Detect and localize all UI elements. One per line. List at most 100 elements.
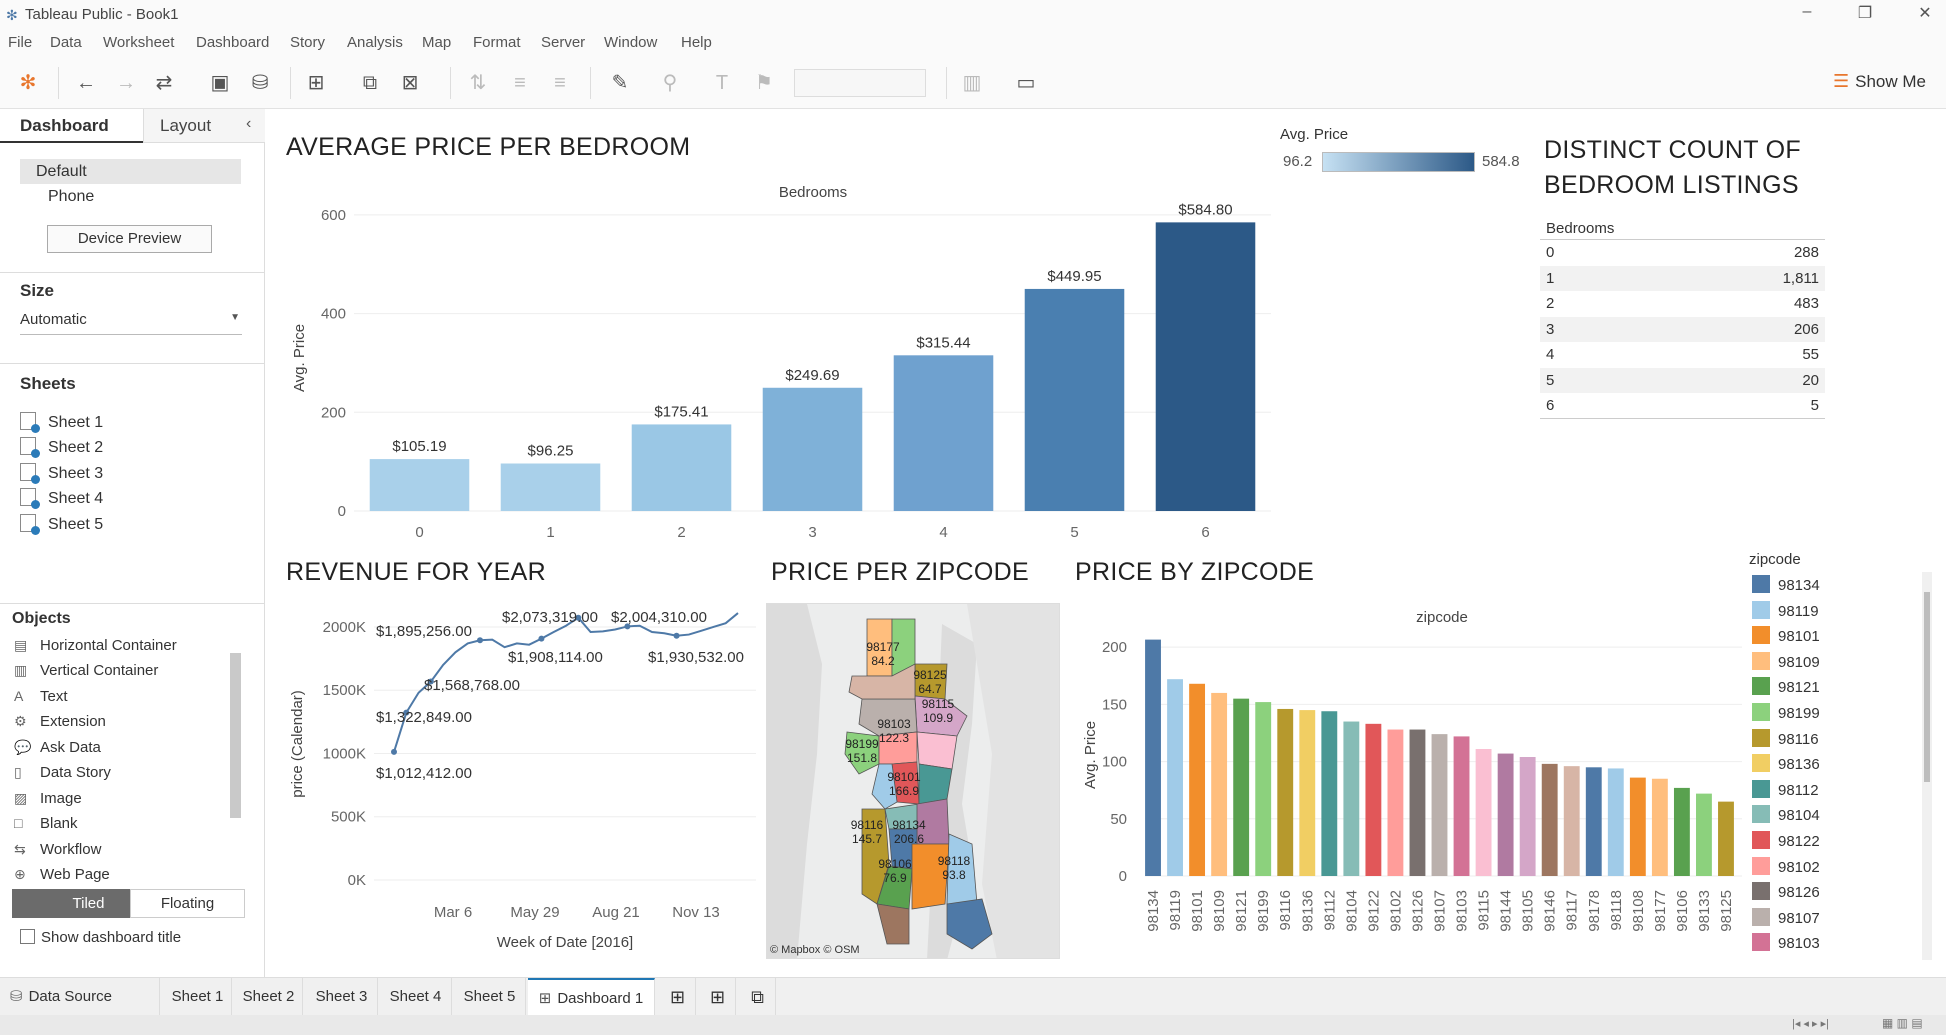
legend-item[interactable]: 98134 <box>1752 575 1820 594</box>
table-row[interactable]: 5 20 <box>1540 367 1825 393</box>
revenue-for-year-chart[interactable]: price (Calendar) 0K 500K 1000K 1500K 2000K $1,… <box>286 596 761 966</box>
zipcode-legend[interactable]: 98134 98119 98101 98109 98121 98199 98116 98136… <box>1748 572 1918 958</box>
device-preview-button[interactable]: Device Preview <box>47 225 212 253</box>
y-tick-label: 1000K <box>323 745 366 762</box>
tab-sheet-4[interactable]: Sheet 4 <box>380 978 452 1016</box>
avg-price-per-bedroom-chart[interactable]: Bedrooms Avg. Price 0 200 400 600 $105.19 0 $96.… <box>286 175 1276 545</box>
menu-worksheet[interactable]: Worksheet <box>103 34 174 51</box>
table-row[interactable]: 0 288 <box>1540 240 1825 266</box>
device-default[interactable]: Default <box>20 159 241 184</box>
legend-item[interactable]: 98121 <box>1752 677 1820 696</box>
fit-dropdown[interactable] <box>794 69 926 97</box>
table-row[interactable]: 4 55 <box>1540 342 1825 368</box>
table-row[interactable]: 65 <box>1540 393 1825 419</box>
menu-data[interactable]: Data <box>50 34 82 51</box>
sheet-item[interactable]: Sheet 2 <box>20 437 103 458</box>
nav-arrows-icon[interactable]: |◂ ◂ ▸ ▸| <box>1792 1017 1829 1030</box>
menu-server[interactable]: Server <box>541 34 585 51</box>
object-workflow[interactable]: ⇆ Workflow <box>14 841 101 858</box>
new-story-tab-icon[interactable]: ⧉ <box>740 978 776 1016</box>
tableau-home-icon[interactable]: ✻ <box>14 69 42 97</box>
legend-item[interactable]: 98102 <box>1752 856 1820 876</box>
menu-window[interactable]: Window <box>604 34 657 51</box>
legend-item[interactable]: 98136 <box>1752 754 1820 773</box>
object-ask-data[interactable]: 💬 Ask Data <box>14 739 101 756</box>
close-icon[interactable]: ✕ <box>1910 3 1940 23</box>
sheet-item[interactable]: Sheet 4 <box>20 488 103 509</box>
object-horizontal-container[interactable]: ▤ Horizontal Container <box>14 637 177 654</box>
sort-descending-icon[interactable]: ≡ <box>546 69 574 97</box>
new-data-source-icon[interactable]: ⛁ <box>246 69 274 97</box>
minimize-icon[interactable]: – <box>1792 3 1822 21</box>
menu-format[interactable]: Format <box>473 34 521 51</box>
table-row[interactable]: 1 1,811 <box>1540 265 1825 291</box>
show-cards-icon[interactable]: ▥ <box>958 69 986 97</box>
save-icon[interactable]: ▣ <box>206 69 234 97</box>
object-data-story[interactable]: ▯ Data Story <box>14 764 111 781</box>
show-me-button[interactable]: ☰ Show Me <box>1833 71 1926 92</box>
new-worksheet-tab-icon[interactable]: ⊞ <box>660 978 696 1016</box>
replace-data-icon[interactable]: ⇄ <box>150 69 178 97</box>
legend-item[interactable]: 98107 <box>1752 907 1820 927</box>
legend-scroll-track[interactable] <box>1922 572 1932 960</box>
object-extension[interactable]: ⚙ Extension <box>14 713 106 730</box>
price-by-zipcode-chart[interactable]: zipcode Avg. Price 0 50 100 150 200 98134 98119 9… <box>1075 600 1750 965</box>
tab-dashboard[interactable]: Dashboard <box>0 109 143 143</box>
highlight-icon[interactable]: ✎ <box>606 69 634 97</box>
legend-item[interactable]: 98112 <box>1752 779 1819 799</box>
tab-dashboard-1[interactable]: ⊞ Dashboard 1 <box>528 978 655 1016</box>
objects-scrollbar[interactable] <box>230 653 241 818</box>
view-mode-icon[interactable]: ▦ ▥ ▤ <box>1882 1016 1923 1030</box>
pin-icon[interactable]: ⚑ <box>750 69 778 97</box>
clear-sheet-icon[interactable]: ⊠ <box>396 69 424 97</box>
legend-item[interactable]: 98122 <box>1752 831 1820 850</box>
object-blank[interactable]: □ Blank <box>14 815 78 832</box>
undo-icon[interactable]: ← <box>72 69 100 97</box>
redo-icon[interactable]: → <box>112 69 140 97</box>
menu-file[interactable]: File <box>8 34 32 51</box>
label-icon[interactable]: T <box>708 69 736 97</box>
menu-story[interactable]: Story <box>290 34 325 51</box>
object-text[interactable]: A Text <box>14 688 68 705</box>
table-row[interactable]: 2 483 <box>1540 291 1825 317</box>
collapse-panel-icon[interactable]: ‹ <box>246 115 251 133</box>
legend-item[interactable]: 98126 <box>1752 882 1820 901</box>
table-row[interactable]: 3 206 <box>1540 316 1825 342</box>
tab-sheet-1[interactable]: Sheet 1 <box>164 978 232 1016</box>
show-title-checkbox[interactable]: Show dashboard title <box>20 929 181 946</box>
menu-analysis[interactable]: Analysis <box>347 34 403 51</box>
tab-sheet-3[interactable]: Sheet 3 <box>306 978 378 1016</box>
tab-sheet-5[interactable]: Sheet 5 <box>454 978 526 1016</box>
legend-item[interactable]: 98103 <box>1752 933 1820 952</box>
duplicate-icon[interactable]: ⧉ <box>356 69 384 97</box>
swap-icon[interactable]: ⇅ <box>464 69 492 97</box>
tab-sheet-2[interactable]: Sheet 2 <box>235 978 303 1016</box>
menu-dashboard[interactable]: Dashboard <box>196 34 269 51</box>
legend-item[interactable]: 98199 <box>1752 703 1820 722</box>
device-phone[interactable]: Phone <box>48 188 94 206</box>
sheet-item[interactable]: Sheet 1 <box>20 412 103 433</box>
sort-ascending-icon[interactable]: ≡ <box>506 69 534 97</box>
new-worksheet-icon[interactable]: ⊞ <box>302 69 330 97</box>
presentation-mode-icon[interactable]: ▭ <box>1012 69 1040 97</box>
sheet-item[interactable]: Sheet 5 <box>20 514 103 535</box>
group-icon[interactable]: ⚲ <box>656 69 684 97</box>
object-web-page[interactable]: ⊕ Web Page <box>14 866 110 883</box>
legend-swatch <box>1752 805 1770 824</box>
tab-data-source[interactable]: ⛁ Data Source <box>0 978 160 1016</box>
legend-item[interactable]: 98116 <box>1752 728 1819 748</box>
object-vertical-container[interactable]: ▥ Vertical Container <box>14 662 158 679</box>
restore-icon[interactable]: ❐ <box>1850 3 1880 23</box>
sheet-item[interactable]: Sheet 3 <box>20 463 103 484</box>
object-image[interactable]: ▨ Image <box>14 790 82 807</box>
size-dropdown[interactable]: Automatic ▼ <box>20 311 242 335</box>
menu-map[interactable]: Map <box>422 34 451 51</box>
legend-item[interactable]: 98119 <box>1752 600 1819 620</box>
menu-help[interactable]: Help <box>681 34 712 51</box>
floating-button[interactable]: Floating <box>130 889 245 918</box>
legend-scrollbar[interactable] <box>1924 592 1930 782</box>
legend-item[interactable]: 98104 <box>1752 805 1820 824</box>
legend-item[interactable]: 98101 <box>1752 626 1820 645</box>
legend-item[interactable]: 98109 <box>1752 651 1820 671</box>
new-dashboard-tab-icon[interactable]: ⊞ <box>700 978 736 1016</box>
